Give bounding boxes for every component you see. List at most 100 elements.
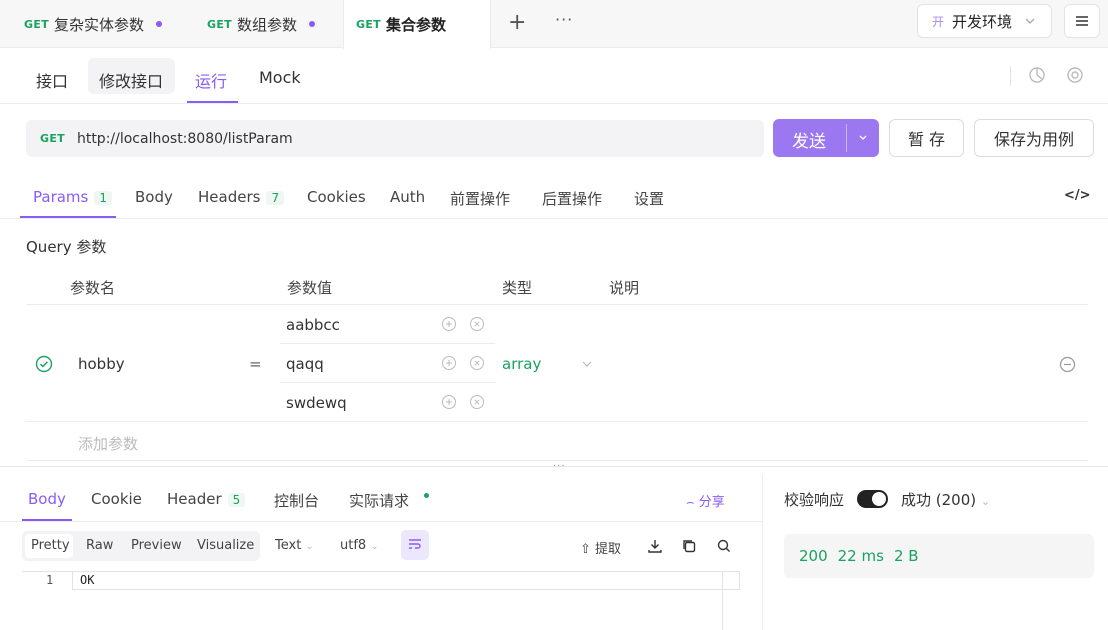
hamburger-menu-button[interactable]: [1064, 4, 1100, 38]
download-icon[interactable]: [647, 538, 663, 554]
tab-label: 实际请求: [349, 492, 410, 510]
remove-value-icon[interactable]: [469, 316, 485, 332]
sub-nav-mock[interactable]: Mock: [259, 68, 301, 87]
send-split-divider: [846, 124, 847, 152]
tab-params[interactable]: Params 1: [33, 188, 112, 206]
file-tab-collection-params[interactable]: GET 集合参数: [343, 0, 491, 49]
encoding-label: utf8: [340, 538, 367, 553]
file-tab-complex-entity[interactable]: GET 复杂实体参数: [0, 0, 190, 48]
send-dropdown-chevron-icon[interactable]: [858, 133, 868, 143]
editor-scrollbar[interactable]: [722, 572, 723, 630]
wrap-lines-icon: [409, 539, 421, 549]
tab-settings[interactable]: 设置: [634, 188, 664, 209]
send-button[interactable]: 发送: [773, 119, 879, 157]
row-divider: [26, 304, 1088, 305]
share-label: 分享: [698, 495, 725, 510]
format-select[interactable]: Text ⌄: [275, 538, 314, 553]
request-method[interactable]: GET: [40, 132, 65, 145]
response-size: 2 B: [893, 547, 919, 565]
enabled-check-icon[interactable]: [35, 355, 53, 373]
unsaved-dot: [308, 21, 315, 27]
param-value[interactable]: swdewq: [286, 394, 347, 412]
sub-nav-run[interactable]: 运行: [195, 68, 227, 92]
method-tag: GET: [207, 17, 232, 31]
view-mode-preview[interactable]: Preview: [131, 538, 182, 553]
unsaved-dot: [155, 21, 162, 27]
validate-status-select[interactable]: 成功 (200) ⌄: [901, 489, 990, 510]
active-tab-underline: [20, 216, 116, 218]
view-mode-pretty[interactable]: Pretty: [31, 538, 70, 553]
share-button[interactable]: ⌢ 分享: [686, 491, 725, 510]
new-tab-plus-icon[interactable]: +: [508, 12, 526, 34]
add-value-icon[interactable]: [441, 355, 457, 371]
resp-tab-body[interactable]: Body: [28, 490, 66, 508]
menu-icon: [1076, 16, 1088, 26]
col-header-type: 类型: [502, 279, 533, 297]
sub-nav-interface[interactable]: 接口: [36, 68, 68, 92]
view-mode-visualize[interactable]: Visualize: [197, 538, 254, 553]
validate-toggle[interactable]: [857, 490, 888, 508]
resp-tab-actual-request[interactable]: 实际请求: [349, 490, 429, 511]
tab-label: Params: [33, 188, 89, 206]
sub-nav-edit-interface[interactable]: 修改接口: [99, 68, 163, 92]
add-value-icon[interactable]: [441, 316, 457, 332]
tab-post-ops[interactable]: 后置操作: [542, 188, 602, 209]
env-name: 开发环境: [952, 12, 1013, 31]
tab-label: Headers: [198, 188, 261, 206]
response-stats: 200 22 ms 2 B: [784, 534, 1094, 578]
remove-value-icon[interactable]: [469, 394, 485, 410]
app-root: GET 复杂实体参数 GET 数组参数 GET 集合参数 + ··· 开 开发环…: [0, 0, 1108, 630]
response-body-text[interactable]: OK: [80, 573, 94, 587]
more-tabs-icon[interactable]: ···: [555, 10, 573, 29]
env-badge: 开: [932, 14, 945, 29]
active-line-highlight: [72, 572, 740, 590]
tab-auth[interactable]: Auth: [390, 188, 425, 206]
response-time: 22 ms: [837, 547, 884, 565]
encoding-select[interactable]: utf8 ⌄: [340, 538, 379, 553]
active-tab-underline: [187, 101, 238, 103]
response-editor[interactable]: 1 OK: [22, 571, 740, 630]
query-params-title: Query 参数: [26, 238, 107, 256]
resp-tab-console[interactable]: 控制台: [274, 490, 319, 511]
code-icon[interactable]: </>: [1064, 188, 1091, 203]
chevron-down-icon[interactable]: [581, 358, 593, 370]
environment-select[interactable]: 开 开发环境: [917, 4, 1052, 38]
col-header-value: 参数值: [287, 279, 333, 297]
col-header-desc: 说明: [609, 279, 640, 297]
extract-button[interactable]: ⇧ 提取: [580, 538, 621, 557]
wrap-toggle-button[interactable]: [401, 530, 429, 560]
view-mode-raw[interactable]: Raw: [86, 538, 113, 553]
save-button[interactable]: 暂 存: [889, 119, 964, 157]
tab-body[interactable]: Body: [135, 188, 173, 206]
search-icon[interactable]: [716, 538, 732, 554]
tab-cookies[interactable]: Cookies: [307, 188, 366, 206]
copy-icon[interactable]: [681, 538, 697, 554]
add-value-icon[interactable]: [441, 394, 457, 410]
save-as-case-button[interactable]: 保存为用例: [974, 119, 1094, 157]
tab-pre-ops[interactable]: 前置操作: [450, 188, 510, 209]
request-param-tabs: Params 1 Body Headers 7 Cookies Auth 前置操作 …: [0, 176, 1108, 219]
remove-value-icon[interactable]: [469, 355, 485, 371]
resp-tab-header[interactable]: Header 5: [167, 490, 246, 508]
history-icon[interactable]: [1028, 66, 1046, 84]
status-code: 200: [799, 547, 828, 565]
param-value[interactable]: aabbcc: [286, 316, 340, 334]
chevron-down-icon: [1025, 18, 1035, 24]
remove-param-icon[interactable]: [1059, 356, 1076, 373]
value-divider: [280, 382, 495, 383]
param-type[interactable]: array: [502, 355, 541, 373]
file-tab-title: 数组参数: [236, 15, 297, 34]
file-tab-array-params[interactable]: GET 数组参数: [183, 0, 343, 48]
settings-icon[interactable]: [1066, 66, 1084, 84]
add-param-placeholder[interactable]: 添加参数: [78, 433, 138, 454]
count-badge: 5: [227, 493, 246, 507]
param-name[interactable]: hobby: [78, 355, 125, 373]
count-badge: 7: [266, 191, 285, 205]
tab-headers[interactable]: Headers 7: [198, 188, 285, 206]
format-label: Text: [275, 538, 302, 553]
drag-handle-icon[interactable]: ···: [553, 461, 566, 472]
tab-label: Header: [167, 490, 222, 508]
param-value[interactable]: qaqq: [286, 355, 324, 373]
url-input[interactable]: GET http://localhost:8080/listParam: [26, 120, 764, 157]
resp-tab-cookie[interactable]: Cookie: [91, 490, 142, 508]
